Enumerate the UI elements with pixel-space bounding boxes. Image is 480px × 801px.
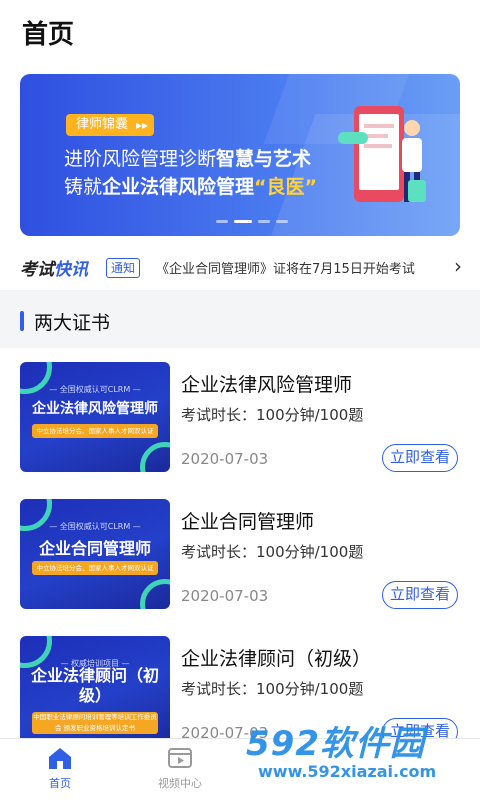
video-icon — [168, 748, 192, 768]
cover-strip: 中立协法培分会、国家人事人才网双认证 — [32, 424, 158, 438]
course-title[interactable]: 企业法律风险管理师 — [181, 370, 352, 397]
page-title: 首页 — [22, 20, 75, 50]
cover-decoration — [140, 579, 170, 609]
cover-subtitle: — 全国权威认可CLRM — — [49, 522, 141, 531]
phone-illustration-icon — [338, 106, 426, 202]
course-duration: 考试时长：100分钟/100题 — [181, 680, 364, 698]
view-now-button[interactable]: 立即查看 — [382, 581, 458, 609]
course-duration: 考试时长：100分钟/100题 — [181, 406, 364, 424]
tab-home[interactable]: 首页 — [20, 745, 100, 791]
promo-banner[interactable]: 律师锦囊 ▸▸ 进阶风险管理诊断智慧与艺术 铸就企业法律风险管理“良医” — [20, 74, 460, 236]
course-date: 2020-07-03 — [181, 450, 269, 468]
view-now-button[interactable]: 立即查看 — [382, 718, 458, 738]
course-card[interactable]: — 全国权威认可CLRM — 企业合同管理师 中立协法培分会、国家人事人才网双认… — [0, 485, 480, 615]
banner-text-bold: 企业法律风险管理 — [102, 176, 255, 198]
news-brand-part1: 考试 — [20, 260, 54, 280]
news-tag: 通知 — [106, 258, 141, 278]
section-title: 两大证书 — [34, 312, 111, 334]
course-list: — 全国权威认可CLRM — 企业法律风险管理师 中立协法培分会、国家人事人才网… — [0, 348, 480, 738]
cover-strip: 中立协法培分会、国家人事人才网双认证 — [32, 561, 158, 575]
banner-text: 铸就 — [64, 176, 103, 198]
exam-news-bar[interactable]: 考试快讯 通知 《企业合同管理师》证将在7月15日开始考试 › — [0, 244, 480, 288]
news-brand: 考试快讯 — [20, 255, 88, 280]
view-now-button[interactable]: 立即查看 — [382, 444, 458, 472]
carousel-indicator — [216, 220, 288, 223]
home-icon — [49, 748, 71, 769]
tab-video-center[interactable]: 视频中心 — [140, 745, 220, 791]
tab-video-center-label: 视频中心 — [158, 777, 202, 790]
course-card[interactable]: — 全国权威认可CLRM — 企业法律风险管理师 中立协法培分会、国家人事人才网… — [0, 348, 480, 478]
carousel-dot[interactable] — [276, 220, 288, 223]
course-duration: 考试时长：100分钟/100题 — [181, 543, 364, 561]
section-accent-bar — [20, 311, 24, 331]
course-cover[interactable]: — 全国权威认可CLRM — 企业法律风险管理师 中立协法培分会、国家人事人才网… — [20, 362, 170, 472]
section-header: 两大证书 — [0, 296, 480, 346]
chevron-right-icon[interactable]: › — [454, 254, 462, 278]
banner-badge: 律师锦囊 ▸▸ — [66, 114, 155, 136]
banner-headline-2: 铸就企业法律风险管理“良医” — [64, 172, 317, 199]
cover-title: 企业法律风险管理师 — [32, 401, 158, 417]
news-text[interactable]: 《企业合同管理师》证将在7月15日开始考试 — [156, 258, 415, 277]
banner-headline-1: 进阶风险管理诊断智慧与艺术 — [64, 144, 311, 171]
course-title[interactable]: 企业法律顾问（初级） — [181, 644, 371, 671]
carousel-dot[interactable] — [258, 220, 270, 223]
double-chevron-icon: ▸▸ — [135, 118, 149, 132]
carousel-dot[interactable] — [216, 220, 228, 223]
course-date: 2020-07-03 — [181, 724, 269, 738]
cover-title: 企业合同管理师 — [38, 539, 151, 558]
cover-title: 企业法律顾问（初级） — [30, 666, 159, 705]
bottom-tab-bar: 首页 视频中心 — [0, 738, 480, 801]
carousel-dot[interactable] — [234, 220, 252, 223]
course-title[interactable]: 企业合同管理师 — [181, 507, 314, 534]
course-date: 2020-07-03 — [181, 587, 269, 605]
course-cover[interactable]: — 全国权威认可CLRM — 企业合同管理师 中立协法培分会、国家人事人才网双认… — [20, 499, 170, 609]
banner-text-highlight: “良医” — [254, 176, 318, 198]
course-card[interactable]: — 权威培训项目 — 企业法律顾问（初级） 中国职业法律顾问培训管理等培训工作委… — [0, 622, 480, 738]
cover-decoration — [140, 442, 170, 472]
tab-home-label: 首页 — [49, 777, 71, 790]
cover-subtitle: — 全国权威认可CLRM — — [49, 385, 141, 394]
cover-strip: 中国职业法律顾问培训管理等培训工作委员会 颁发职业资格培训认定书 — [32, 712, 158, 734]
news-brand-part2: 快讯 — [54, 260, 88, 280]
banner-badge-label: 律师锦囊 — [76, 117, 129, 132]
course-cover[interactable]: — 权威培训项目 — 企业法律顾问（初级） 中国职业法律顾问培训管理等培训工作委… — [20, 636, 170, 738]
banner-text: 进阶风险管理诊断 — [64, 148, 217, 170]
banner-text-bold: 智慧与艺术 — [216, 148, 312, 170]
